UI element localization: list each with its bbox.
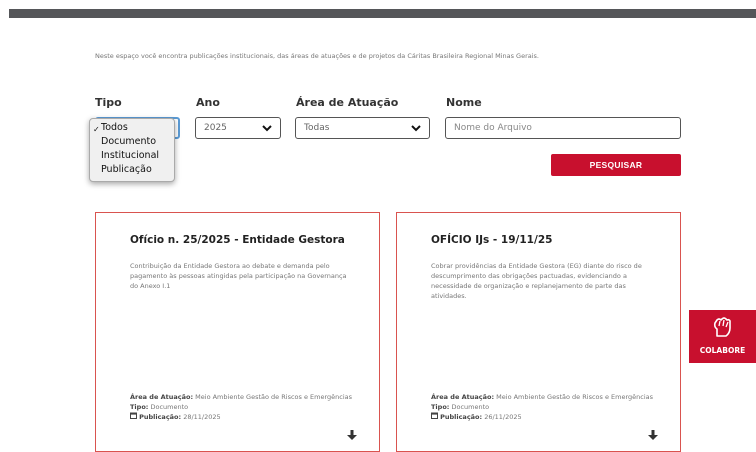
tipo-meta-label: Tipo: <box>431 402 450 411</box>
fist-icon <box>711 316 733 344</box>
chevron-down-icon <box>261 122 273 137</box>
pub-meta-value: 28/11/2025 <box>183 413 221 421</box>
publication-card[interactable]: Ofício n. 25/2025 - Entidade Gestora Con… <box>95 212 380 452</box>
chevron-down-icon <box>410 122 422 137</box>
area-meta-value: Meio Ambiente Gestão de Riscos e Emergên… <box>496 393 654 401</box>
tipo-label: Tipo <box>95 96 122 109</box>
tipo-option-institucional[interactable]: Institucional <box>101 150 159 161</box>
card-title[interactable]: Ofício n. 25/2025 - Entidade Gestora <box>130 234 345 246</box>
publication-card[interactable]: OFÍCIO IJs - 19/11/25 Cobrar providência… <box>396 212 681 452</box>
pub-meta-label: Publicação: <box>440 413 483 421</box>
card-meta: Área de Atuação: Meio Ambiente Gestão de… <box>431 393 653 423</box>
area-label: Área de Atuação <box>296 96 399 109</box>
card-meta: Área de Atuação: Meio Ambiente Gestão de… <box>130 393 352 423</box>
nome-label: Nome <box>446 96 482 109</box>
colabore-label: COLABORE <box>699 346 746 355</box>
intro-text: Neste espaço você encontra publicações i… <box>95 52 539 60</box>
top-bar <box>9 9 756 18</box>
area-meta-label: Área de Atuação: <box>130 393 194 401</box>
tipo-option-publicacao[interactable]: Publicação <box>101 164 152 175</box>
colabore-button[interactable]: COLABORE <box>689 310 756 363</box>
tipo-dropdown-list: ✓ Todos Documento Institucional Publicaç… <box>89 118 175 182</box>
area-select[interactable]: Todas <box>295 117 430 139</box>
area-meta-value: Meio Ambiente Gestão de Riscos e Emergên… <box>195 393 353 401</box>
tipo-option-todos[interactable]: Todos <box>101 122 128 133</box>
ano-label: Ano <box>196 96 220 109</box>
card-description: Contribuição da Entidade Gestora ao deba… <box>130 262 347 290</box>
pub-meta-label: Publicação: <box>139 413 182 421</box>
calendar-icon <box>130 412 139 421</box>
ano-select[interactable]: 2025 <box>195 117 281 139</box>
card-description: Cobrar providências da Entidade Gestora … <box>431 262 642 300</box>
area-meta-label: Área de Atuação: <box>431 393 495 401</box>
tipo-meta-label: Tipo: <box>130 402 149 411</box>
search-button[interactable]: PESQUISAR <box>551 154 681 176</box>
pub-meta-value: 26/11/2025 <box>484 413 522 421</box>
tipo-option-documento[interactable]: Documento <box>101 136 156 147</box>
tipo-meta-value: Documento <box>150 402 189 411</box>
calendar-icon <box>431 412 440 421</box>
card-title[interactable]: OFÍCIO IJs - 19/11/25 <box>431 234 552 246</box>
nome-placeholder: Nome do Arquivo <box>454 123 532 133</box>
ano-value: 2025 <box>204 123 227 133</box>
download-icon[interactable] <box>648 426 658 445</box>
nome-input[interactable]: Nome do Arquivo <box>445 117 681 139</box>
area-value: Todas <box>304 123 330 133</box>
check-icon: ✓ <box>93 125 100 134</box>
tipo-meta-value: Documento <box>451 402 490 411</box>
download-icon[interactable] <box>347 426 357 445</box>
